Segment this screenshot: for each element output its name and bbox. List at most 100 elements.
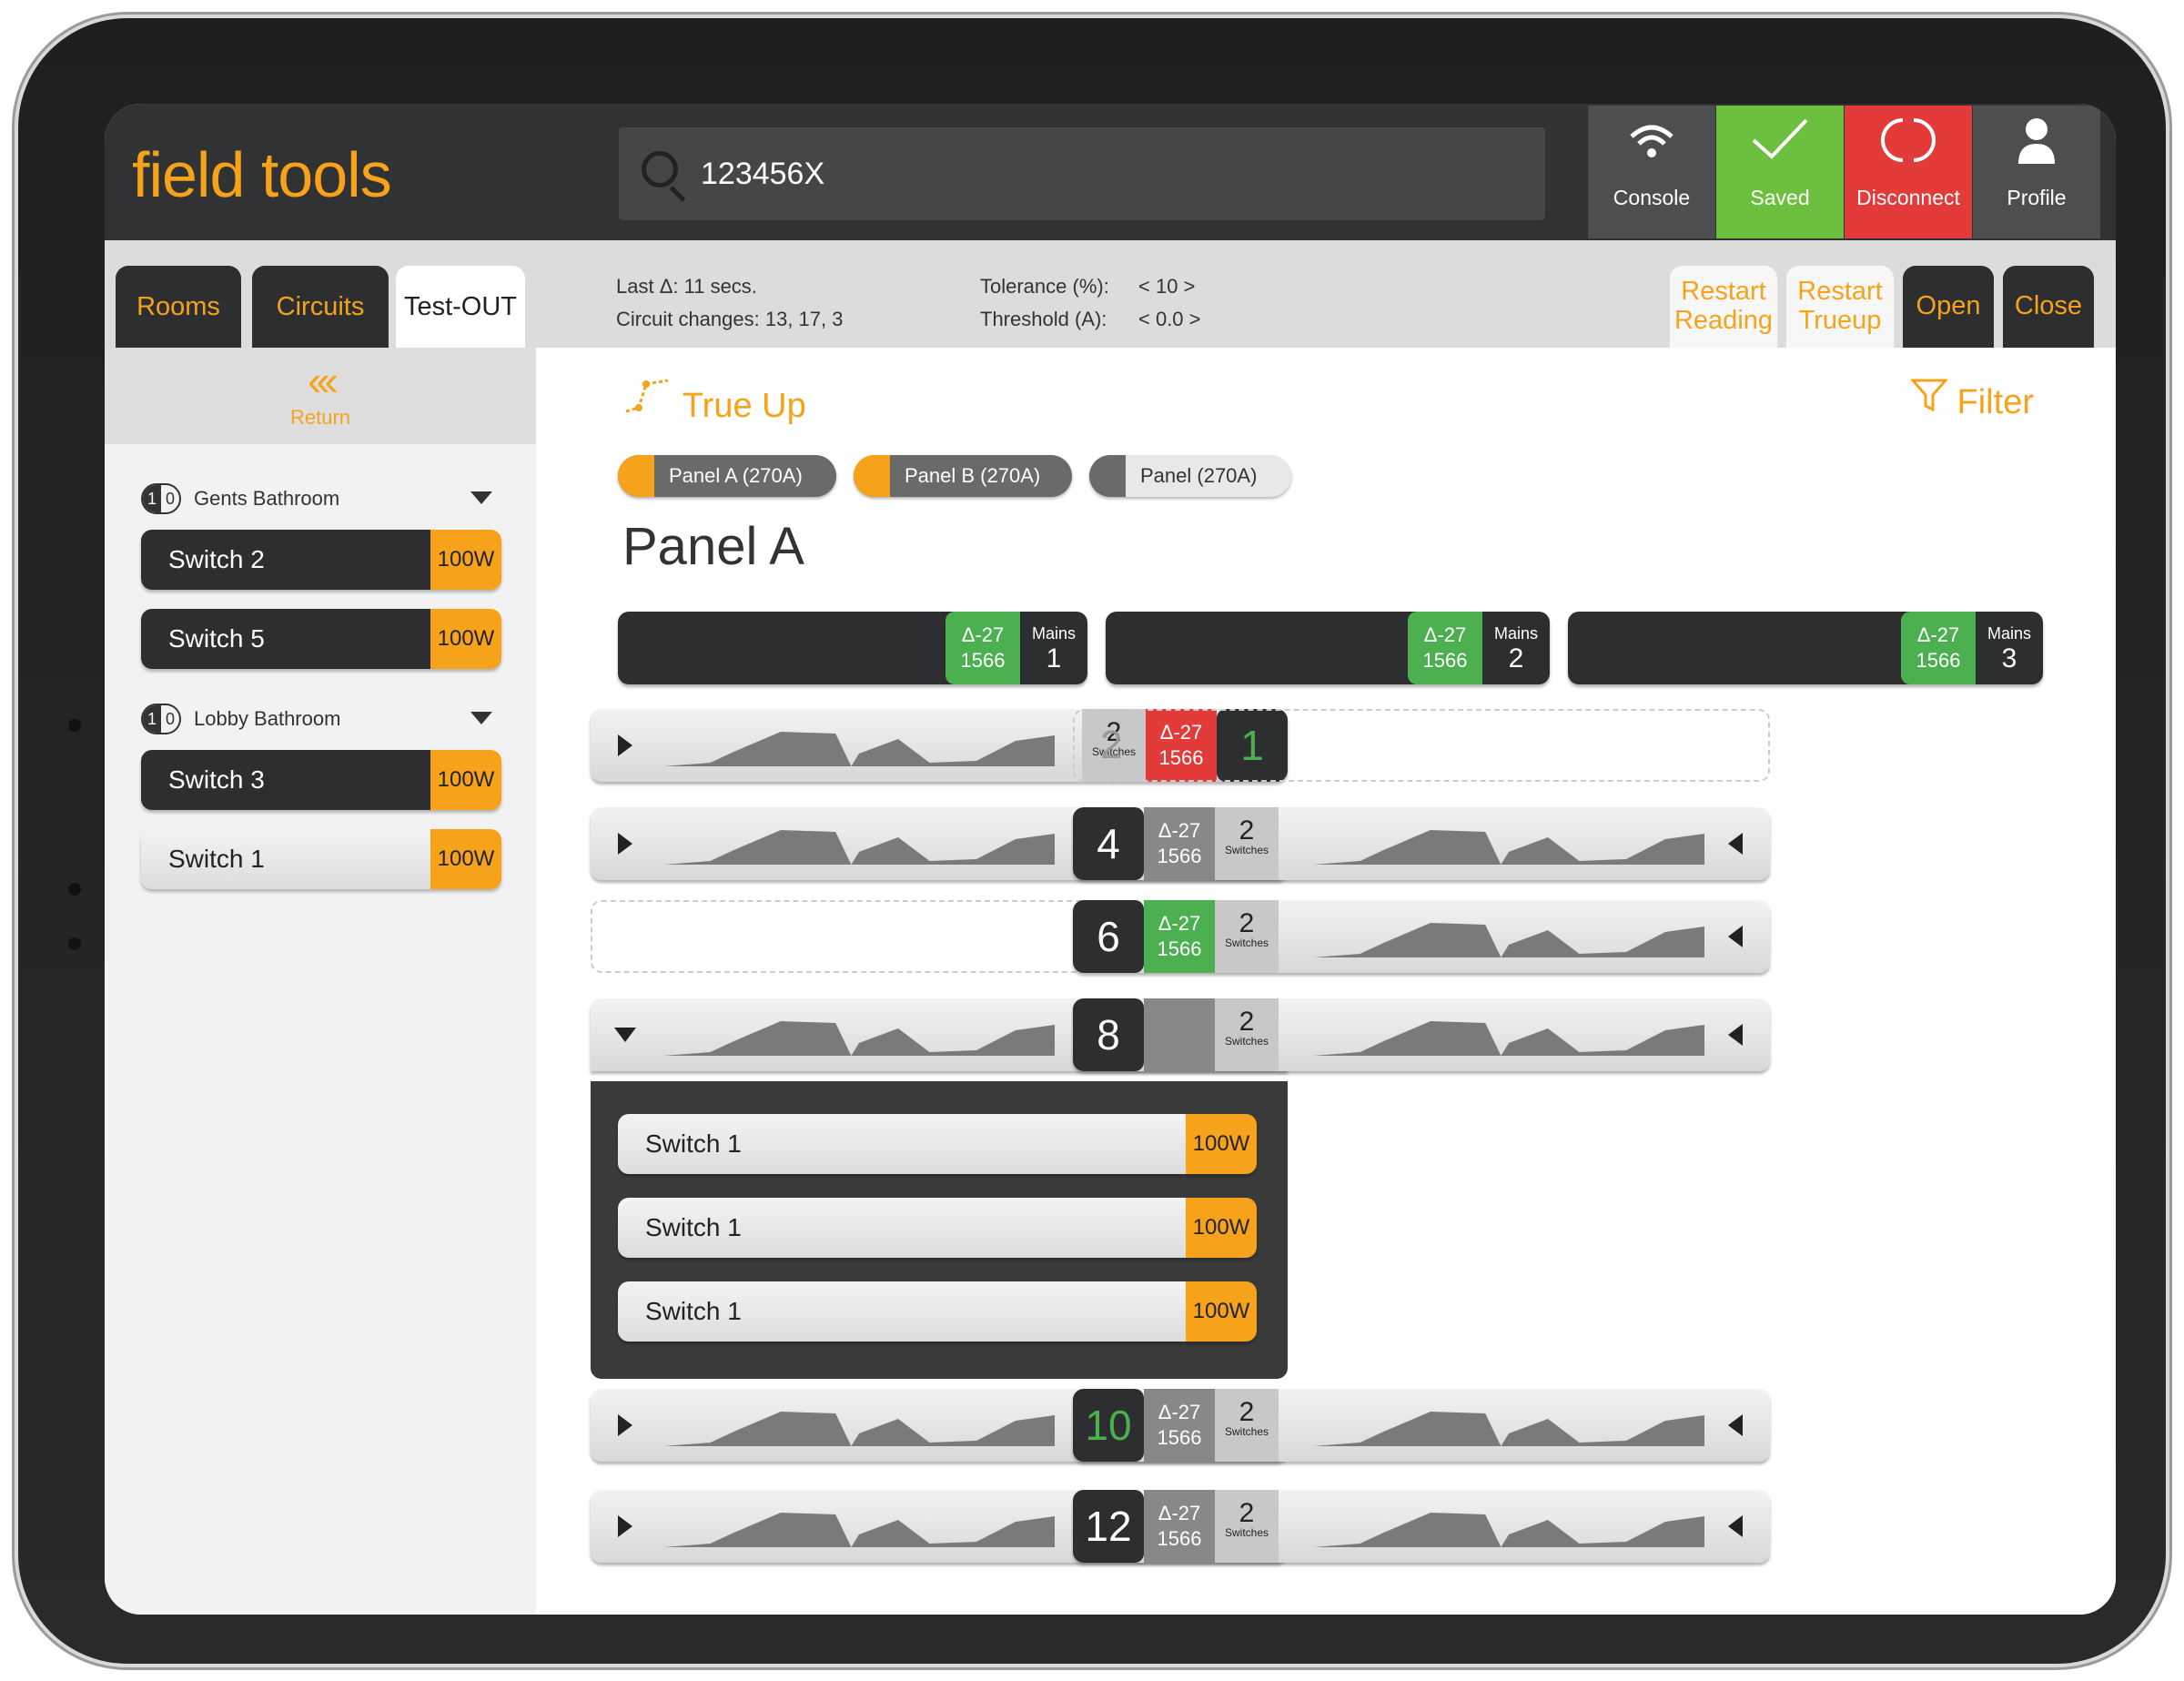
console-button[interactable]: Console xyxy=(1588,106,1715,238)
saved-label: Saved xyxy=(1750,186,1810,209)
room-group-lobby-bathroom[interactable]: 10 Lobby Bathroom xyxy=(141,701,536,737)
true-up-link[interactable]: True Up xyxy=(622,377,806,426)
switch-name: Switch 1 xyxy=(618,1281,1186,1342)
play-left-icon[interactable] xyxy=(1728,1515,1743,1537)
play-right-icon[interactable] xyxy=(618,1414,632,1436)
switch-count: 2Switches xyxy=(1215,900,1279,973)
trueup-icon xyxy=(625,379,669,413)
sidebar: ‹‹‹ Return 10 Gents Bathroom Switch 2 10… xyxy=(105,348,536,1615)
panel-color-dot xyxy=(1089,455,1126,497)
play-left-icon[interactable] xyxy=(1728,926,1743,947)
toolbar: Rooms Circuits Test-OUT Last Δ: 11 secs.… xyxy=(105,240,2116,348)
panel-color-dot xyxy=(618,455,654,497)
usage-sparkline xyxy=(663,1021,1055,1056)
room-group-gents-bathroom[interactable]: 10 Gents Bathroom xyxy=(141,481,536,517)
switch-item[interactable]: Switch 1 100W xyxy=(618,1281,1257,1342)
usage-sparkline xyxy=(1313,1412,1704,1446)
threshold-stepper[interactable]: < 0.0 > xyxy=(1138,308,1201,331)
switch-count: 2Switches xyxy=(1215,998,1279,1071)
switch-item[interactable]: Switch 1 100W xyxy=(618,1198,1257,1258)
room-name: Lobby Bathroom xyxy=(194,707,341,730)
sensor-dot xyxy=(68,883,81,896)
switch-watts: 100W xyxy=(430,750,501,810)
toggle-off-label: 0 xyxy=(165,490,175,508)
switch-name: Switch 2 xyxy=(141,530,430,590)
open-button[interactable]: Open xyxy=(1903,266,1994,348)
circuit-delta: Δ-271566 xyxy=(1144,807,1215,880)
tab-circuits[interactable]: Circuits xyxy=(252,266,389,348)
filter-label: Filter xyxy=(1956,383,2034,421)
mains-bar-2[interactable]: Δ-27 1566 Mains 2 xyxy=(1106,612,1550,684)
tab-test-out[interactable]: Test-OUT xyxy=(396,266,525,348)
profile-button[interactable]: Profile xyxy=(1973,106,2100,238)
restart-trueup-button[interactable]: Restart Trueup xyxy=(1786,266,1894,348)
play-left-icon[interactable] xyxy=(1728,1414,1743,1436)
switch-watts: 100W xyxy=(1186,1198,1257,1258)
circuit-number: 12 xyxy=(1073,1490,1144,1563)
circuit-card[interactable]: 2 Switches 8 xyxy=(1073,998,1770,1071)
person-icon xyxy=(1973,113,2100,186)
app-screen: field tools 123456X Console Saved Discon… xyxy=(105,104,2116,1615)
circuit-card[interactable]: 2 Switches Δ-27 1566 4 xyxy=(1073,807,1770,880)
switch-item[interactable]: Switch 2 100W xyxy=(141,530,501,590)
tab-rooms[interactable]: Rooms xyxy=(116,266,241,348)
circuit-delta xyxy=(1144,998,1215,1071)
circuit-card[interactable]: 2 Switches Δ-27 1566 10 xyxy=(1073,1389,1770,1462)
room-toggle[interactable]: 10 xyxy=(141,483,181,514)
panel-chip-a[interactable]: Panel A (270A) xyxy=(618,455,836,497)
mains-delta: Δ-27 1566 xyxy=(1901,612,1976,684)
main-content: True Up Filter Panel A (270A) Panel B (2… xyxy=(536,348,2116,1615)
switch-item[interactable]: Switch 5 100W xyxy=(141,609,501,669)
usage-sparkline xyxy=(663,830,1055,865)
expanded-circuit-panel: Switch 1 100W Switch 1 100W Switch 1 100… xyxy=(591,1081,1288,1379)
switch-item[interactable]: Switch 1 100W xyxy=(141,829,501,889)
mains-bar-1[interactable]: Δ-27 1566 Mains 1 xyxy=(618,612,1087,684)
circuit-number: 4 xyxy=(1073,807,1144,880)
saved-button[interactable]: Saved xyxy=(1716,106,1844,238)
switch-watts: 100W xyxy=(430,530,501,590)
panel-chip-label: Panel A (270A) xyxy=(669,464,803,487)
switch-count: 2Switches xyxy=(1215,1389,1279,1462)
room-toggle[interactable]: 10 xyxy=(141,704,181,734)
chevron-down-icon[interactable] xyxy=(470,491,492,504)
panel-color-dot xyxy=(854,455,890,497)
restart-reading-button[interactable]: Restart Reading xyxy=(1670,266,1777,348)
tolerance-stepper[interactable]: < 10 > xyxy=(1138,275,1195,299)
filter-button[interactable]: Filter xyxy=(1909,377,2034,422)
mains-bar-3[interactable]: Δ-27 1566 Mains 3 xyxy=(1568,612,2043,684)
switch-count: 2Switches xyxy=(1215,1490,1279,1563)
play-left-icon[interactable] xyxy=(1728,833,1743,855)
return-button[interactable]: ‹‹‹ Return xyxy=(105,348,536,444)
circuit-card[interactable]: 2 Switches Δ-27 1566 12 xyxy=(1073,1490,1770,1563)
usage-sparkline xyxy=(1313,1021,1704,1056)
circuit-card[interactable]: 2 Switches Δ-27 1566 6 xyxy=(1073,900,1770,973)
close-button[interactable]: Close xyxy=(2003,266,2094,348)
disconnect-icon xyxy=(1845,113,1972,186)
mains-delta: Δ-27 1566 xyxy=(1408,612,1482,684)
circuit-number: 8 xyxy=(1073,998,1144,1071)
disconnect-button[interactable]: Disconnect xyxy=(1845,106,1972,238)
panel-chip-c[interactable]: Panel (270A) xyxy=(1089,455,1291,497)
play-right-icon[interactable] xyxy=(618,833,632,855)
mains-label: Mains 3 xyxy=(1987,624,2031,673)
mains-label: Mains 2 xyxy=(1493,624,1538,673)
usage-sparkline xyxy=(1313,1513,1704,1547)
tolerance-label: Tolerance (%): xyxy=(980,275,1109,298)
search-input[interactable]: 123456X xyxy=(701,157,824,192)
panel-chip-b[interactable]: Panel B (270A) xyxy=(854,455,1072,497)
switch-name: Switch 1 xyxy=(618,1198,1186,1258)
search-bar[interactable]: 123456X xyxy=(619,127,1545,220)
mains-delta: Δ-27 1566 xyxy=(945,612,1020,684)
return-label: Return xyxy=(289,406,351,429)
chevron-down-icon[interactable] xyxy=(614,1028,636,1042)
play-left-icon[interactable] xyxy=(1728,1024,1743,1046)
page-title: Panel A xyxy=(622,517,804,576)
usage-sparkline xyxy=(663,1513,1055,1547)
play-right-icon[interactable] xyxy=(618,734,632,756)
switch-item[interactable]: Switch 3 100W xyxy=(141,750,501,810)
panel-chip-label: Panel (270A) xyxy=(1140,464,1258,487)
filter-icon xyxy=(1909,379,1949,412)
switch-item[interactable]: Switch 1 100W xyxy=(618,1114,1257,1174)
play-right-icon[interactable] xyxy=(618,1515,632,1537)
chevron-down-icon[interactable] xyxy=(470,712,492,724)
